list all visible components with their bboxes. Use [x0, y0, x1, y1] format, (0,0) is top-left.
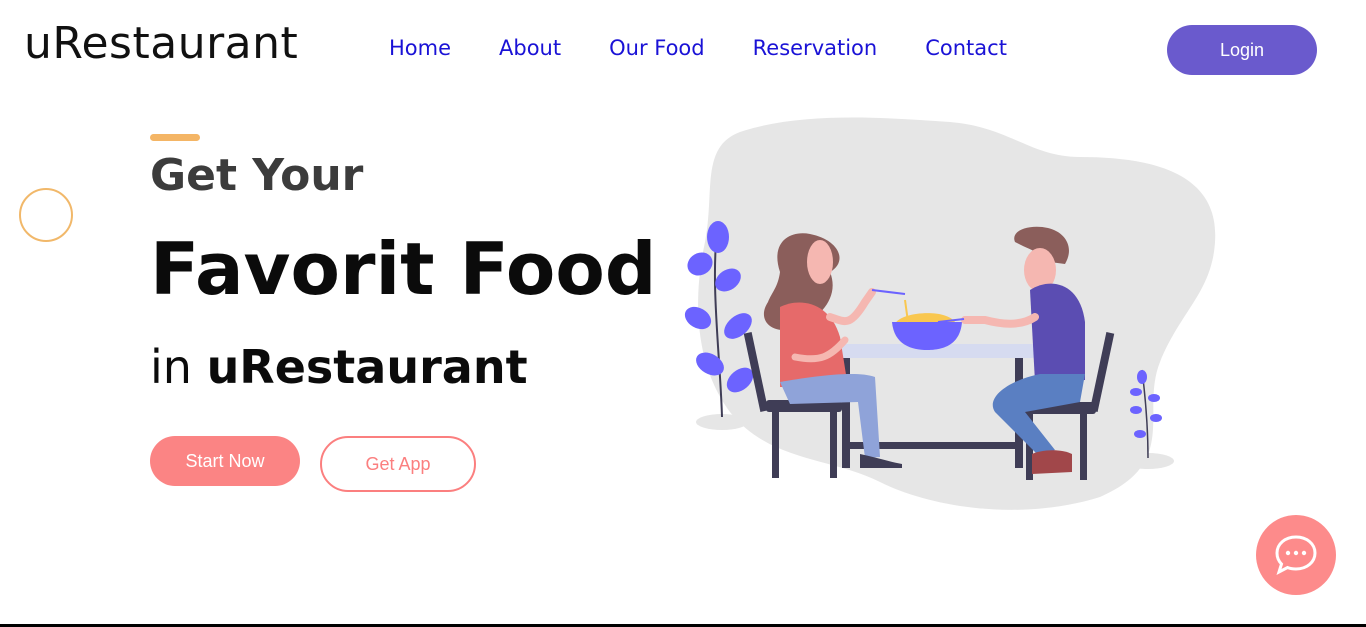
site-logo[interactable]: uRestaurant — [24, 22, 298, 66]
couple-dining-illustration — [684, 117, 1216, 510]
nav-link-home[interactable]: Home — [389, 38, 451, 59]
main-nav: Home About Our Food Reservation Contact — [389, 38, 1007, 59]
nav-link-our-food[interactable]: Our Food — [609, 38, 705, 59]
nav-link-reservation[interactable]: Reservation — [753, 38, 878, 59]
nav-link-contact[interactable]: Contact — [925, 38, 1007, 59]
hero-title: Favorit Food — [150, 227, 657, 311]
hero-tagline-brand: uRestaurant — [206, 340, 528, 394]
chat-button[interactable] — [1256, 515, 1336, 595]
chat-bubble-icon — [1275, 535, 1317, 576]
nav-link-about[interactable]: About — [499, 38, 561, 59]
start-now-button[interactable]: Start Now — [150, 436, 300, 486]
hero-tagline-prefix: in — [150, 340, 192, 394]
hero-tagline: in uRestaurant — [150, 342, 528, 393]
accent-bar — [150, 134, 200, 141]
decorative-ring — [19, 188, 73, 242]
hero-subtitle: Get Your — [150, 150, 364, 201]
get-app-button[interactable]: Get App — [320, 436, 476, 492]
login-button[interactable]: Login — [1167, 25, 1317, 75]
